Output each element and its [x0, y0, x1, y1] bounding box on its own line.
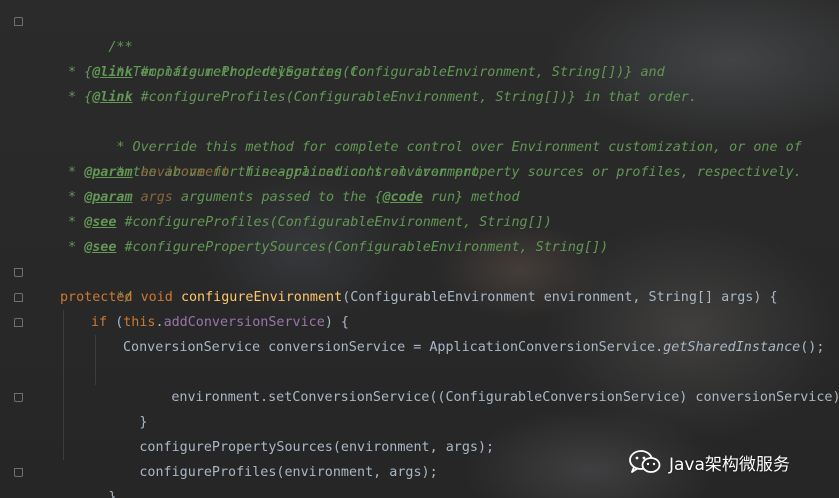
- doc-comment-text: arguments passed to the {: [172, 190, 383, 205]
- javadoc-code-tag: @code: [382, 190, 423, 205]
- doc-comment-text: #configurePropertySources(ConfigurableEn…: [132, 65, 665, 80]
- doc-comment-text: *: [60, 190, 85, 205]
- code-text: ConversionService conversionService = Ap…: [123, 340, 664, 355]
- doc-comment-text: *: [60, 165, 85, 180]
- doc-comment-text: * {: [60, 65, 93, 80]
- doc-comment-text: #configureProfiles(ConfigurableEnvironme…: [116, 215, 552, 230]
- code-line: protected void configureEnvironment(Conf…: [60, 285, 778, 310]
- code-line: configureProfiles(environment, args);: [91, 435, 437, 480]
- code-line: * @see #configurePropertySources(Configu…: [60, 235, 608, 260]
- field-add-conversion-service[interactable]: addConversionService: [164, 315, 325, 330]
- code-line: }: [91, 385, 147, 430]
- static-method-call[interactable]: getSharedInstance: [663, 340, 800, 355]
- javadoc-see-tag: @see: [84, 215, 117, 230]
- code-line: * @param args arguments passed to the {@…: [60, 185, 520, 210]
- code-area[interactable]: /** * Template method delegating to * {@…: [0, 0, 839, 498]
- method-signature: (ConfigurableEnvironment environment, St…: [342, 290, 778, 305]
- code-line: * {@link #configureProfiles(Configurable…: [60, 85, 697, 110]
- javadoc-link-tag[interactable]: @link: [92, 90, 132, 105]
- method-name-configure-environment[interactable]: configureEnvironment: [181, 290, 342, 305]
- doc-comment-text: this application's environment: [229, 165, 480, 180]
- dot: .: [155, 315, 164, 330]
- code-line: * @see #configureProfiles(ConfigurableEn…: [60, 210, 552, 235]
- code-line: environment.setConversionService((Config…: [123, 360, 839, 405]
- code-text: ();: [800, 340, 825, 355]
- code-editor[interactable]: /** * Template method delegating to * {@…: [0, 0, 839, 498]
- code-line: * {@link #configurePropertySources(Confi…: [60, 60, 665, 85]
- code-line: /**: [60, 10, 132, 55]
- code-line: if (this.addConversionService) {: [91, 310, 349, 335]
- code-line: * @param environment this application's …: [60, 160, 479, 185]
- closing-brace: }: [108, 490, 117, 498]
- keyword-modifiers: protected void: [60, 290, 181, 305]
- code-line: * Override this method for complete cont…: [60, 110, 801, 155]
- doc-comment-text: *: [60, 240, 85, 255]
- doc-comment-text: *: [60, 215, 85, 230]
- javadoc-param-name: environment: [132, 165, 230, 180]
- watermark-text: Java架构微服务: [669, 454, 790, 475]
- code-text: configureProfiles(environment, args);: [139, 465, 438, 480]
- code-line: */: [60, 260, 132, 305]
- wechat-icon: [629, 450, 661, 473]
- doc-comment-text: run} method: [422, 190, 520, 205]
- doc-comment-text: #configureProfiles(ConfigurableEnvironme…: [132, 90, 697, 105]
- code-line: * the above for fine-grained control ove…: [60, 135, 801, 180]
- javadoc-param-tag: @param: [84, 165, 133, 180]
- code-text: ) {: [324, 315, 349, 330]
- code-text: environment.setConversionService((Config…: [171, 390, 839, 405]
- javadoc-link-tag[interactable]: @link: [92, 65, 132, 80]
- doc-comment-text: * {: [60, 90, 93, 105]
- keyword-this: this: [123, 315, 156, 330]
- keyword-if: if: [91, 315, 116, 330]
- javadoc-see-tag: @see: [84, 240, 117, 255]
- code-line: * Template method delegating to: [60, 35, 366, 80]
- javadoc-param-name: args: [132, 190, 173, 205]
- doc-comment-text: #configurePropertySources(ConfigurableEn…: [116, 240, 609, 255]
- code-line: ConversionService conversionService = Ap…: [123, 335, 824, 360]
- watermark: Java架构微服务: [629, 447, 790, 477]
- javadoc-param-tag: @param: [84, 190, 133, 205]
- code-line: configurePropertySources(environment, ar…: [91, 410, 494, 455]
- code-line: }: [60, 460, 116, 498]
